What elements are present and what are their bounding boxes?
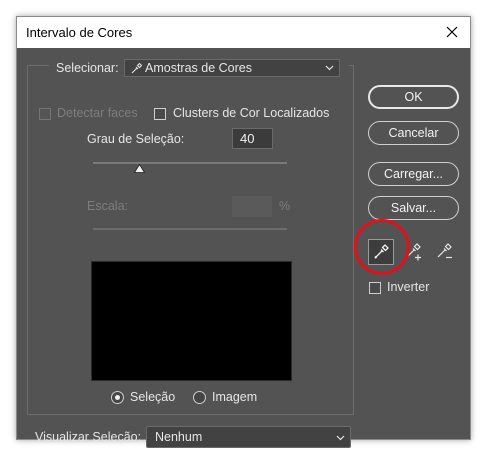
fuzziness-value: 40 [240,131,255,146]
close-button[interactable] [434,17,470,48]
title-bar: Intervalo de Cores [17,17,470,48]
load-button[interactable]: Carregar... [368,162,459,186]
range-input[interactable] [232,196,272,217]
selection-radio[interactable] [111,391,124,404]
color-range-dialog: Intervalo de Cores Selecionar: Amostras … [16,16,471,448]
invert-checkbox[interactable] [369,282,381,294]
select-label: Selecionar: [56,61,119,75]
range-slider-track[interactable] [93,228,287,230]
range-label: Escala: [87,199,128,213]
image-radio[interactable] [193,391,206,404]
image-radio-label: Imagem [212,390,258,404]
selection-preview-label: Visualizar Seleção: [35,430,142,444]
detect-faces-label: Detectar faces [57,106,138,120]
fuzziness-label: Grau de Seleção: [87,132,185,146]
invert-label: Inverter [387,280,430,294]
cancel-button[interactable]: Cancelar [368,121,459,145]
eyedropper-minus-icon [437,243,452,259]
dialog-title: Intervalo de Cores [26,25,133,40]
chevron-down-icon [336,435,345,441]
close-icon [446,26,458,38]
dialog-content: Selecionar: Amostras de Cores Detectar f… [17,48,470,448]
selection-preview-area [91,261,292,381]
eyedropper-icon [131,63,142,74]
select-value: Amostras de Cores [145,61,252,75]
fuzziness-slider-track[interactable] [93,162,287,164]
selection-preview-dropdown[interactable]: Nenhum [146,426,351,448]
select-dropdown[interactable]: Amostras de Cores [124,59,340,77]
ok-button[interactable]: OK [368,85,459,109]
fuzziness-slider-thumb[interactable] [134,164,146,173]
range-unit: % [279,199,291,213]
selection-preview-value: Nenhum [155,430,203,444]
localized-clusters-label: Clusters de Cor Localizados [173,106,330,120]
save-button[interactable]: Salvar... [368,196,459,220]
highlight-circle-annotation [354,219,410,275]
fuzziness-input[interactable]: 40 [232,128,273,149]
detect-faces-checkbox[interactable] [39,108,51,120]
selection-radio-label: Seleção [130,390,176,404]
chevron-down-icon [325,65,334,71]
subtract-from-sample-tool-button[interactable] [432,239,458,265]
localized-clusters-checkbox[interactable] [154,108,166,120]
